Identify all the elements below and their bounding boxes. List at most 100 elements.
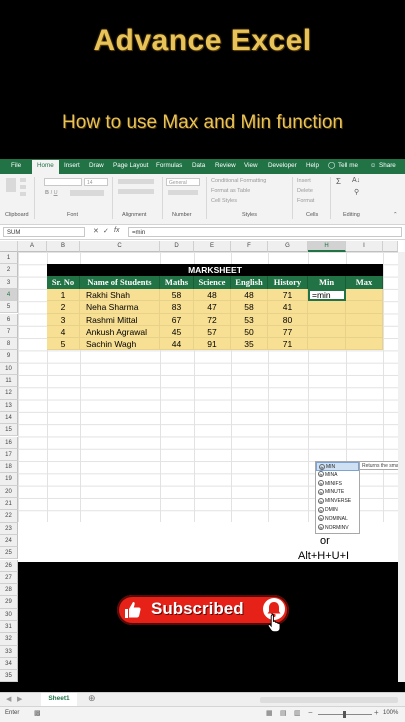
tab-home[interactable]: Home <box>32 160 59 174</box>
tab-help[interactable]: Help <box>306 162 319 169</box>
paste-icon[interactable] <box>6 178 16 192</box>
row-header[interactable]: 8 <box>0 338 18 351</box>
cell-english[interactable]: 53 <box>231 313 268 326</box>
row-header[interactable]: 23 <box>0 522 18 535</box>
row-header[interactable]: 32 <box>0 633 18 646</box>
header-science[interactable]: Science <box>194 276 231 289</box>
header-sr-no[interactable]: Sr. No <box>47 276 80 289</box>
cell-min[interactable] <box>308 325 346 339</box>
delete-cells-button[interactable]: Delete <box>297 188 313 194</box>
cell-maths[interactable]: 44 <box>160 338 194 351</box>
row-header[interactable]: 14 <box>0 411 18 425</box>
row-header[interactable]: 2 <box>0 264 18 277</box>
cell-student-name[interactable]: Ankush Agrawal <box>80 325 160 339</box>
tab-view[interactable]: View <box>244 162 258 169</box>
row-header[interactable]: 31 <box>0 621 18 634</box>
cell-science[interactable]: 47 <box>194 301 231 314</box>
tab-draw[interactable]: Draw <box>89 162 104 169</box>
subscribe-button[interactable]: Subscribed <box>117 595 289 632</box>
row-header[interactable]: 22 <box>0 510 18 523</box>
autocomplete-item[interactable]: fx MIN <box>316 462 359 471</box>
header-english[interactable]: English <box>231 276 268 289</box>
autocomplete-item[interactable]: fx DMIN <box>316 506 359 515</box>
cell-min[interactable] <box>308 338 346 351</box>
horizontal-scrollbar[interactable] <box>260 697 398 703</box>
sort-filter-icon[interactable]: A↓ <box>352 177 360 184</box>
cell-history[interactable]: 71 <box>268 338 308 351</box>
cell-english[interactable]: 35 <box>231 338 268 351</box>
cell-sr-no[interactable]: 2 <box>47 301 80 314</box>
cell-min[interactable] <box>308 313 346 326</box>
function-autocomplete-list[interactable]: fx MIN fx MINA fx MINIFS fx MINUTE fx MINVERSE fx D… <box>315 461 360 534</box>
row-header[interactable]: 25 <box>0 547 18 560</box>
row-header[interactable]: 28 <box>0 584 18 597</box>
next-sheet-icon[interactable]: ▶ <box>17 695 22 703</box>
cell-history[interactable]: 77 <box>268 325 308 339</box>
autocomplete-item[interactable]: fx NOMINAL <box>316 515 359 524</box>
row-header[interactable]: 26 <box>0 559 18 572</box>
select-all-corner[interactable] <box>0 241 18 252</box>
cell-student-name[interactable]: Rashmi Mittal <box>80 313 160 326</box>
insert-cells-button[interactable]: Insert <box>297 178 311 184</box>
cell-student-name[interactable]: Neha Sharma <box>80 301 160 314</box>
find-select-icon[interactable]: ⚲ <box>354 188 359 196</box>
row-header[interactable]: 10 <box>0 362 18 375</box>
autocomplete-item[interactable]: fx MINVERSE <box>316 497 359 506</box>
tab-data[interactable]: Data <box>192 162 205 169</box>
row-header[interactable]: 5 <box>0 301 18 314</box>
enter-icon[interactable]: ✓ <box>103 227 109 235</box>
format-cells-button[interactable]: Format <box>297 198 314 204</box>
cell-maths[interactable]: 67 <box>160 313 194 326</box>
cell-english[interactable]: 50 <box>231 325 268 339</box>
vertical-scrollbar[interactable] <box>398 252 405 682</box>
cell-max[interactable] <box>346 325 383 339</box>
header-max[interactable]: Max <box>346 276 383 289</box>
font-name-select[interactable] <box>44 178 82 186</box>
header-maths[interactable]: Maths <box>160 276 194 289</box>
row-header[interactable]: 30 <box>0 608 18 621</box>
cell-sr-no[interactable]: 4 <box>47 325 80 339</box>
row-header[interactable]: 6 <box>0 313 18 326</box>
cell-english[interactable]: 48 <box>231 289 268 302</box>
row-header[interactable]: 11 <box>0 375 18 388</box>
cell-science[interactable]: 57 <box>194 325 231 339</box>
column-header-c[interactable]: C <box>80 241 160 252</box>
cell-maths[interactable]: 45 <box>160 325 194 339</box>
column-header-h[interactable]: H <box>308 241 346 252</box>
cell-max[interactable] <box>346 301 383 314</box>
number-format-select[interactable]: General <box>166 178 200 186</box>
row-header[interactable]: 21 <box>0 498 18 511</box>
collapse-ribbon-icon[interactable]: ⌃ <box>393 212 398 218</box>
row-header[interactable]: 19 <box>0 473 18 486</box>
row-header[interactable]: 9 <box>0 350 18 363</box>
row-header[interactable]: 3 <box>0 276 18 289</box>
column-header-i[interactable]: I <box>346 241 383 252</box>
tab-insert[interactable]: Insert <box>64 162 80 169</box>
page-break-view-icon[interactable]: ▥ <box>294 709 301 717</box>
header-history[interactable]: History <box>268 276 308 289</box>
page-layout-view-icon[interactable]: ▤ <box>280 709 287 717</box>
cell-max[interactable] <box>346 338 383 351</box>
cell-maths[interactable]: 83 <box>160 301 194 314</box>
row-header[interactable]: 1 <box>0 252 18 265</box>
cell-history[interactable]: 71 <box>268 289 308 302</box>
borders-fill-icon[interactable] <box>70 190 104 196</box>
active-cell-h4[interactable]: =min <box>308 289 346 302</box>
cell-science[interactable]: 72 <box>194 313 231 326</box>
row-header[interactable]: 17 <box>0 448 18 462</box>
format-painter-icon[interactable] <box>20 192 26 196</box>
cell-min[interactable] <box>308 301 346 314</box>
zoom-level[interactable]: 100% <box>383 710 398 716</box>
zoom-out-icon[interactable]: − <box>308 708 313 717</box>
autocomplete-item[interactable]: fx NORMINV <box>316 524 359 533</box>
cell-science[interactable]: 91 <box>194 338 231 351</box>
row-header[interactable]: 20 <box>0 485 18 498</box>
cell-max[interactable] <box>346 313 383 326</box>
copy-icon[interactable] <box>20 185 26 189</box>
marksheet-title[interactable]: MARKSHEET <box>47 264 383 276</box>
prev-sheet-icon[interactable]: ◀ <box>6 695 11 703</box>
row-header[interactable]: 13 <box>0 399 18 412</box>
row-header[interactable]: 27 <box>0 571 18 585</box>
tab-formulas[interactable]: Formulas <box>156 162 182 169</box>
new-sheet-icon[interactable]: ⊕ <box>88 693 96 704</box>
